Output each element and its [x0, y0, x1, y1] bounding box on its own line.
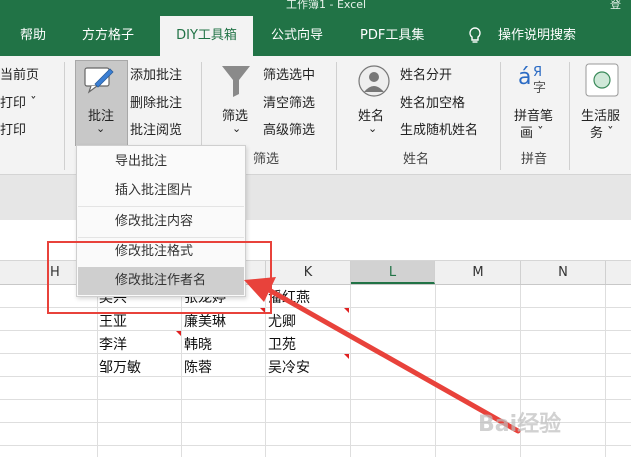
annotation-arrow — [244, 277, 521, 434]
watermark-text: Bai经验 — [478, 412, 562, 437]
